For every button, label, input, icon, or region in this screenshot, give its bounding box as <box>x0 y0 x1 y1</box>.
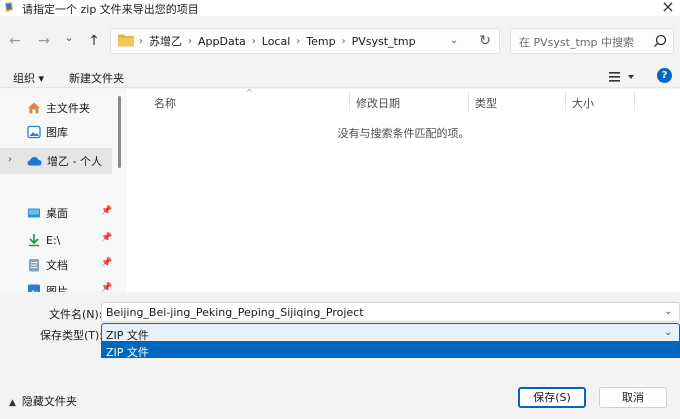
column-header-date[interactable]: 修改日期 <box>356 95 400 111</box>
sidebar-item-label: E:\ <box>46 233 61 247</box>
pvsyst-app-icon <box>5 2 13 12</box>
pin-icon[interactable]: 📌 <box>101 283 112 292</box>
close-icon[interactable]: × <box>658 0 678 17</box>
hide-folders-label: 隐藏文件夹 <box>21 395 77 408</box>
window-title: 请指定一个 zip 文件来导出您的项目 <box>22 3 199 16</box>
search-icon[interactable] <box>652 33 668 49</box>
sidebar-item-gallery[interactable]: 图库 <box>0 120 112 144</box>
breadcrumb-item[interactable]: AppData <box>198 35 246 48</box>
organize-button[interactable]: 组织 ▾ <box>13 70 44 86</box>
navigation-pane: 主文件夹 图库 › 增乙 - 个人 桌面 📌 E:\ 📌 文档 📌 图片 📌 <box>0 89 127 292</box>
onedrive-icon <box>27 157 42 166</box>
filename-input[interactable]: Beijing_Bei-jing_Peking_Peping_Sijiqing_… <box>101 302 680 322</box>
chevron-up-icon[interactable]: ▲ <box>9 398 16 408</box>
save-button[interactable]: 保存(S) <box>518 387 586 408</box>
home-icon <box>28 102 40 114</box>
breadcrumb-separator: › <box>296 35 301 47</box>
pin-icon[interactable]: 📌 <box>101 258 112 268</box>
sidebar-item-label: 文档 <box>46 259 68 272</box>
hide-folders-toggle[interactable]: ▲ 隐藏文件夹 <box>9 393 77 409</box>
up-arrow-icon[interactable]: ↑ <box>85 32 103 50</box>
filename-label: 文件名(N): <box>49 308 103 321</box>
sidebar-item-label: 图库 <box>46 126 68 139</box>
sidebar-item-drive-e[interactable]: E:\ 📌 <box>0 228 112 252</box>
help-icon[interactable]: ? <box>657 68 672 83</box>
breadcrumb-separator: › <box>139 35 143 47</box>
column-header-type[interactable]: 类型 <box>475 95 497 111</box>
address-dropdown-icon[interactable]: ⌄ <box>447 34 461 48</box>
column-header-size[interactable]: 大小 <box>572 95 594 111</box>
filetype-option[interactable]: ZIP 文件 <box>106 344 149 360</box>
sidebar-item-documents[interactable]: 文档 📌 <box>0 253 112 277</box>
sidebar-item-pictures[interactable]: 图片 📌 <box>0 278 112 292</box>
document-icon <box>29 259 39 272</box>
download-icon <box>29 234 39 247</box>
column-divider[interactable] <box>349 91 350 111</box>
breadcrumb-separator: › <box>251 35 256 47</box>
view-options-icon[interactable] <box>608 69 636 85</box>
sidebar-item-label: 图片 <box>46 285 68 292</box>
sidebar-scrollbar[interactable] <box>118 96 121 168</box>
refresh-icon[interactable]: ↻ <box>476 32 494 50</box>
sidebar-item-desktop[interactable]: 桌面 📌 <box>0 201 112 225</box>
empty-results-message: 没有与搜索条件匹配的项。 <box>337 127 470 140</box>
sidebar-item-label: 增乙 - 个人 <box>47 155 102 168</box>
forward-arrow-icon[interactable]: → <box>35 32 53 50</box>
gallery-icon <box>27 125 41 139</box>
title-bar: 请指定一个 zip 文件来导出您的项目 × <box>0 0 680 16</box>
recent-locations-icon[interactable]: ⌄ <box>60 29 78 47</box>
column-divider[interactable] <box>565 91 566 111</box>
sidebar-item-label: 主文件夹 <box>46 102 90 115</box>
folder-icon <box>118 34 134 47</box>
column-divider[interactable] <box>468 91 469 111</box>
file-list: ^ 名称 修改日期 类型 大小 没有与搜索条件匹配的项。 <box>127 88 680 292</box>
new-folder-button[interactable]: 新建文件夹 <box>69 70 124 86</box>
sidebar-item-label: 桌面 <box>46 207 68 220</box>
sidebar-item-home[interactable]: 主文件夹 <box>0 96 112 120</box>
pin-icon[interactable]: 📌 <box>101 233 112 243</box>
filetype-dropdown-icon[interactable]: ⌄ <box>664 327 672 338</box>
expand-chevron-icon[interactable]: › <box>8 154 12 165</box>
breadcrumb: › 苏增乙 › AppData › Local › Temp › PVsyst_… <box>139 29 416 53</box>
search-placeholder[interactable]: 在 PVsyst_tmp 中搜索 <box>519 34 634 50</box>
filename-value[interactable]: Beijing_Bei-jing_Peking_Peping_Sijiqing_… <box>106 306 364 319</box>
breadcrumb-separator: › <box>341 35 346 47</box>
filetype-label: 保存类型(T): <box>40 329 104 342</box>
address-bar[interactable]: › 苏增乙 › AppData › Local › Temp › PVsyst_… <box>110 28 500 54</box>
search-box[interactable]: 在 PVsyst_tmp 中搜索 <box>510 28 674 54</box>
breadcrumb-item[interactable]: 苏增乙 <box>149 33 182 49</box>
sort-ascending-icon: ^ <box>246 88 253 97</box>
desktop-icon <box>28 208 40 218</box>
sidebar-item-onedrive[interactable]: › 增乙 - 个人 <box>0 148 112 174</box>
back-arrow-icon[interactable]: ← <box>6 32 24 50</box>
breadcrumb-item[interactable]: Local <box>262 35 291 48</box>
pin-icon[interactable]: 📌 <box>101 206 112 216</box>
filetype-select[interactable]: ZIP 文件 ⌄ <box>101 323 680 343</box>
column-header-name[interactable]: 名称 <box>154 95 176 111</box>
pictures-icon <box>28 284 40 292</box>
cancel-button[interactable]: 取消 <box>599 387 667 408</box>
filetype-dropdown-list: ZIP 文件 <box>101 341 680 360</box>
filename-dropdown-icon[interactable]: ⌄ <box>664 306 672 317</box>
breadcrumb-separator: › <box>188 35 192 47</box>
breadcrumb-item[interactable]: Temp <box>306 35 335 48</box>
breadcrumb-item[interactable]: PVsyst_tmp <box>352 35 416 48</box>
command-bar: 组织 ▾ 新建文件夹 ? <box>0 66 680 88</box>
column-divider[interactable] <box>634 91 635 111</box>
